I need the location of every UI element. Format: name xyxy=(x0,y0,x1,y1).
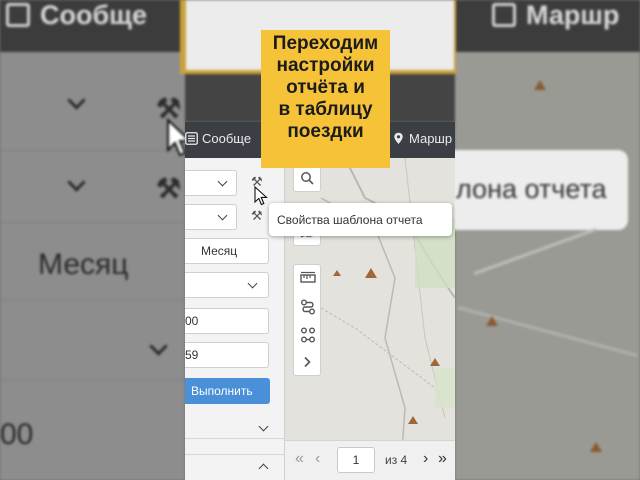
template-select[interactable] xyxy=(185,170,237,196)
bg-tab-messages: Сообще xyxy=(6,0,176,32)
interval-select[interactable] xyxy=(185,272,269,298)
caption-line: в таблицу xyxy=(278,99,373,120)
caption-overlay: Переходим настройки отчёта и в таблицу п… xyxy=(261,30,390,168)
map-toolbar xyxy=(293,164,321,408)
bg-map-marker-icon xyxy=(534,80,546,90)
geofence-icon xyxy=(301,327,315,343)
bg-divider xyxy=(0,300,185,301)
bg-divider xyxy=(0,150,185,151)
map-pin-icon xyxy=(394,132,403,144)
search-icon xyxy=(301,172,314,185)
divider xyxy=(185,438,285,439)
chevron-up-icon[interactable] xyxy=(258,463,269,474)
bg-wrench-icon: ⚒ xyxy=(156,173,182,204)
bg-time-value: 00 xyxy=(0,418,34,451)
period-select[interactable]: Месяц xyxy=(185,238,269,264)
route-button[interactable] xyxy=(294,293,322,321)
bg-tab-routes: Маршр xyxy=(492,0,640,32)
run-button[interactable]: Выполнить xyxy=(185,378,270,404)
chevron-right-icon xyxy=(304,356,311,368)
tab-messages-label: Сообще xyxy=(202,131,252,146)
chevron-down-icon xyxy=(217,176,228,187)
bg-tooltip: лона отчета xyxy=(442,150,628,230)
screenshot-window: Сообще Маршр ⚒ ⚒ Месяц 00 59 Выполнить «… xyxy=(185,122,455,480)
caption-line: отчёта и xyxy=(286,77,365,98)
time-from-input[interactable]: 00 xyxy=(185,308,269,334)
prev-page-button[interactable]: ‹ xyxy=(315,450,320,468)
cursor-icon xyxy=(254,186,268,206)
bg-list-icon xyxy=(6,3,30,27)
first-page-button[interactable]: « xyxy=(295,450,304,468)
ruler-icon xyxy=(300,271,316,283)
tab-routes[interactable]: Маршр xyxy=(392,131,452,146)
bg-divider xyxy=(0,380,185,381)
page-count-label: из 4 xyxy=(385,453,408,467)
tab-routes-label: Маршр xyxy=(409,131,453,146)
time-from-value: 00 xyxy=(185,314,199,328)
time-to-value: 59 xyxy=(185,348,199,362)
chevron-down-icon[interactable] xyxy=(258,421,269,432)
caption-line: настройки xyxy=(276,55,375,76)
geofence-button[interactable] xyxy=(294,321,322,349)
route-icon xyxy=(301,299,315,315)
bg-map-marker-icon xyxy=(486,316,498,326)
expand-tools-button[interactable] xyxy=(294,349,322,377)
pager: « ‹ 1 из 4 › » xyxy=(285,440,455,480)
time-to-input[interactable]: 59 xyxy=(185,342,269,368)
bg-map-marker-icon xyxy=(590,442,602,452)
chevron-down-icon xyxy=(217,210,228,221)
caption-line: поездки xyxy=(287,121,364,142)
tab-messages[interactable]: Сообще xyxy=(185,131,251,146)
caption-line: Переходим xyxy=(272,33,379,54)
template-properties-tooltip: Свойства шаблона отчета xyxy=(269,203,452,236)
divider xyxy=(185,454,285,455)
map-tools-group xyxy=(293,264,321,376)
map-search-button[interactable] xyxy=(293,164,321,192)
chevron-down-icon xyxy=(247,278,258,289)
next-page-button[interactable]: › xyxy=(423,450,428,468)
last-page-button[interactable]: » xyxy=(438,450,447,468)
bg-map-icon xyxy=(492,3,516,27)
list-icon xyxy=(185,132,198,145)
wrench-icon[interactable]: ⚒ xyxy=(251,208,263,224)
bg-period-value: Месяц xyxy=(38,248,129,281)
unit-select[interactable] xyxy=(185,204,237,230)
period-value: Месяц xyxy=(201,244,238,258)
bg-divider xyxy=(0,222,185,223)
ruler-button[interactable] xyxy=(294,265,322,293)
bg-right-map xyxy=(455,52,640,480)
page-number-input[interactable]: 1 xyxy=(337,447,375,473)
